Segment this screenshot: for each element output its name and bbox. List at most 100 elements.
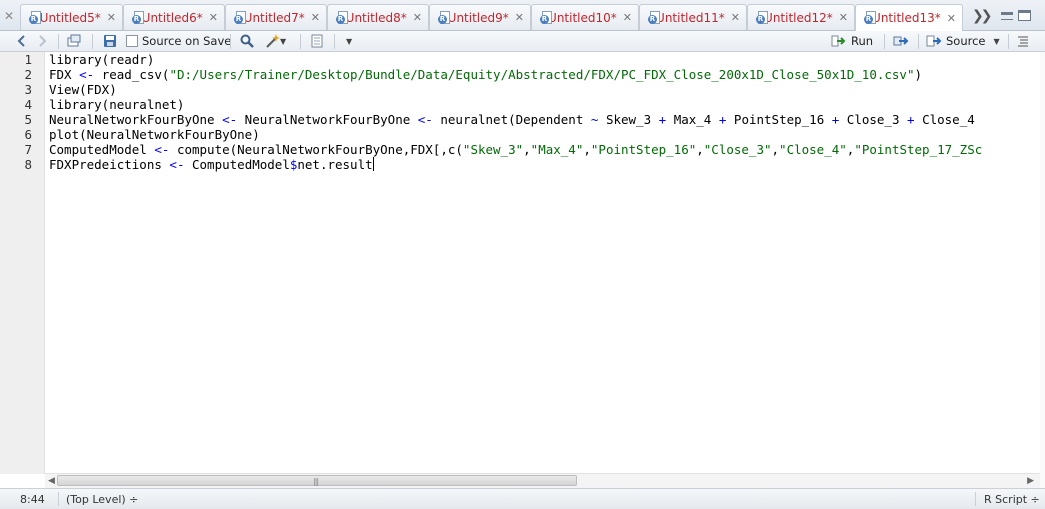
toolbar-divider bbox=[884, 34, 885, 49]
minimize-pane-icon[interactable] bbox=[1001, 12, 1013, 20]
save-button[interactable] bbox=[102, 33, 118, 49]
find-replace-button[interactable] bbox=[239, 33, 255, 49]
code-tools-button[interactable]: ▼ bbox=[264, 33, 286, 49]
editor-tab-bar: ✕ R Untitled5* ✕ R Untitled6* ✕ R Untitl… bbox=[0, 0, 1045, 31]
list-icon bbox=[1018, 36, 1028, 47]
rerun-icon bbox=[893, 36, 909, 46]
scrollbar-thumb[interactable]: ||| bbox=[57, 475, 577, 486]
tab-label: Untitled9* bbox=[447, 10, 509, 25]
close-icon[interactable]: ✕ bbox=[209, 11, 218, 24]
code-line[interactable]: plot(NeuralNetworkFourByOne) bbox=[49, 127, 260, 142]
code-line[interactable]: ComputedModel <- compute(NeuralNetworkFo… bbox=[49, 142, 982, 157]
code-line[interactable]: library(readr) bbox=[49, 52, 154, 67]
line-number-gutter: 1 2 3 4 5 6 7 8 bbox=[0, 52, 45, 474]
forward-button[interactable] bbox=[34, 33, 50, 49]
tab-label: Untitled8* bbox=[345, 10, 407, 25]
tab-untitled5[interactable]: R Untitled5* ✕ bbox=[20, 4, 123, 30]
tab-untitled8[interactable]: R Untitled8* ✕ bbox=[327, 4, 429, 30]
line-number: 6 bbox=[24, 127, 32, 142]
tab-untitled13[interactable]: R Untitled13* ✕ bbox=[855, 4, 963, 31]
popout-icon bbox=[67, 34, 81, 47]
run-arrow-icon bbox=[831, 35, 846, 47]
back-button[interactable] bbox=[14, 33, 30, 49]
editor-status-bar: 8:44 (Top Level) ÷ R Script ÷ bbox=[0, 488, 1045, 509]
r-file-icon: R bbox=[336, 10, 348, 25]
r-file-icon: R bbox=[29, 10, 41, 25]
tab-untitled6[interactable]: R Untitled6* ✕ bbox=[123, 4, 225, 30]
r-file-icon: R bbox=[648, 10, 660, 25]
scroll-left-icon[interactable]: ◀ bbox=[48, 476, 55, 486]
close-icon[interactable]: ✕ bbox=[623, 11, 632, 24]
code-line[interactable]: FDXPredeictions <- ComputedModel$net.res… bbox=[49, 157, 374, 172]
toolbar-divider bbox=[918, 34, 919, 49]
source-icon bbox=[926, 35, 942, 47]
code-area[interactable]: library(readr) FDX <- read_csv("D:/Users… bbox=[49, 52, 1039, 472]
r-file-icon: R bbox=[864, 11, 876, 25]
tab-untitled7[interactable]: R Untitled7* ✕ bbox=[225, 4, 327, 30]
outline-button[interactable] bbox=[1015, 33, 1031, 49]
close-icon[interactable]: ✕ bbox=[731, 11, 740, 24]
tab-untitled10[interactable]: R Untitled10* ✕ bbox=[531, 4, 639, 30]
toolbar-divider bbox=[1008, 34, 1009, 49]
tab-label: Untitled12* bbox=[764, 10, 833, 25]
code-line[interactable]: NeuralNetworkFourByOne <- NeuralNetworkF… bbox=[49, 112, 975, 127]
status-divider bbox=[58, 492, 59, 506]
tab-list: R Untitled5* ✕ R Untitled6* ✕ R Untitled… bbox=[20, 4, 963, 31]
close-icon[interactable]: ✕ bbox=[839, 11, 848, 24]
close-icon[interactable]: ✕ bbox=[515, 11, 524, 24]
code-line[interactable]: library(neuralnet) bbox=[49, 97, 184, 112]
status-divider bbox=[975, 492, 976, 506]
line-number: 2 bbox=[24, 67, 32, 82]
tab-label: Untitled11* bbox=[656, 10, 725, 25]
maximize-pane-icon[interactable] bbox=[1018, 10, 1031, 21]
horizontal-scrollbar[interactable]: ◀ ||| ▶ bbox=[45, 473, 1040, 488]
save-icon bbox=[104, 35, 116, 47]
grip-icon: ||| bbox=[313, 477, 319, 486]
code-editor[interactable]: 1 2 3 4 5 6 7 8 library(readr) FDX <- re… bbox=[0, 52, 1045, 474]
tab-untitled9[interactable]: R Untitled9* ✕ bbox=[429, 4, 531, 30]
close-icon[interactable]: ✕ bbox=[107, 11, 116, 24]
show-in-window-button[interactable] bbox=[66, 33, 82, 49]
source-button[interactable]: Source ▼ bbox=[926, 33, 1000, 49]
line-number: 4 bbox=[24, 97, 32, 112]
close-icon[interactable]: ✕ bbox=[311, 11, 320, 24]
more-tabs-icon[interactable]: ❯❯ bbox=[972, 8, 993, 24]
chevron-down-icon: ▼ bbox=[280, 36, 287, 46]
source-on-save-checkbox[interactable]: Source on Save bbox=[126, 33, 231, 49]
r-file-icon: R bbox=[438, 10, 450, 25]
scope-selector[interactable]: (Top Level) ÷ bbox=[66, 493, 138, 506]
arrow-right-icon bbox=[39, 35, 47, 47]
line-number: 8 bbox=[24, 157, 32, 172]
tab-label: Untitled7* bbox=[243, 10, 305, 25]
scroll-right-icon[interactable]: ▶ bbox=[1027, 476, 1034, 486]
more-options-button[interactable]: ▼ bbox=[346, 33, 352, 49]
cursor-position: 8:44 bbox=[20, 493, 45, 506]
line-number: 5 bbox=[24, 112, 32, 127]
close-icon[interactable]: ✕ bbox=[947, 12, 956, 25]
search-icon bbox=[240, 34, 254, 48]
run-button[interactable]: Run bbox=[831, 33, 873, 49]
magic-wand-icon bbox=[266, 34, 280, 48]
chevron-down-icon: ▼ bbox=[346, 36, 353, 46]
code-line[interactable]: View(FDX) bbox=[49, 82, 117, 97]
tab-untitled12[interactable]: R Untitled12* ✕ bbox=[747, 4, 855, 30]
editor-toolbar: Source on Save ▼ ▼ Run Source ▼ bbox=[0, 31, 1045, 52]
tab-label: Untitled6* bbox=[141, 10, 203, 25]
close-icon[interactable]: ✕ bbox=[4, 9, 16, 23]
compile-report-button[interactable] bbox=[309, 33, 325, 49]
toolbar-divider bbox=[230, 34, 231, 49]
rerun-button[interactable] bbox=[893, 33, 909, 49]
toolbar-divider bbox=[92, 34, 93, 49]
text-cursor bbox=[372, 157, 374, 171]
file-type-selector[interactable]: R Script ÷ bbox=[984, 493, 1040, 506]
close-icon[interactable]: ✕ bbox=[413, 11, 422, 24]
tab-untitled11[interactable]: R Untitled11* ✕ bbox=[639, 4, 747, 30]
vertical-scrollbar[interactable] bbox=[1040, 52, 1045, 488]
code-line[interactable]: FDX <- read_csv("D:/Users/Trainer/Deskto… bbox=[49, 67, 922, 82]
source-label: Source bbox=[946, 34, 986, 48]
notebook-icon bbox=[311, 34, 323, 48]
toolbar-divider bbox=[334, 34, 335, 49]
r-file-icon: R bbox=[234, 10, 246, 25]
line-number: 3 bbox=[24, 82, 32, 97]
r-file-icon: R bbox=[540, 10, 552, 25]
